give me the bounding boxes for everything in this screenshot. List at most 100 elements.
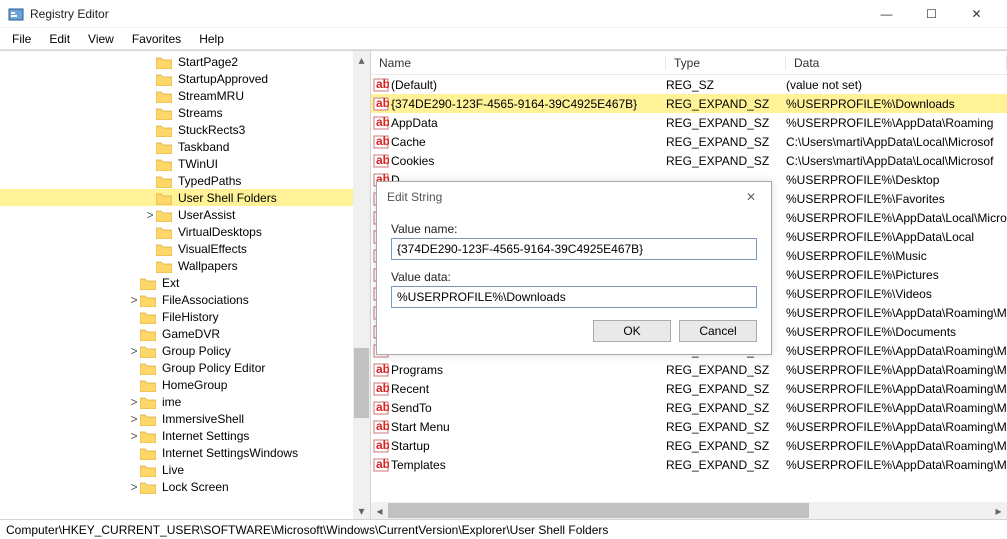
expand-icon[interactable]: > bbox=[144, 209, 156, 221]
tree-item-label: Group Policy bbox=[160, 344, 233, 358]
expand-icon[interactable]: > bbox=[128, 396, 140, 408]
folder-icon bbox=[140, 394, 160, 408]
header-data[interactable]: Data bbox=[786, 56, 1007, 70]
window-title: Registry Editor bbox=[30, 7, 864, 21]
list-hscrollbar[interactable]: ◂ ▸ bbox=[371, 502, 1007, 519]
tree-item[interactable]: > Group Policy bbox=[0, 342, 353, 359]
menu-edit[interactable]: Edit bbox=[41, 30, 78, 48]
folder-icon bbox=[140, 326, 160, 340]
tree-item[interactable]: >FileAssociations bbox=[0, 291, 353, 308]
folder-icon bbox=[156, 173, 176, 187]
svg-text:ab: ab bbox=[376, 153, 389, 167]
menu-file[interactable]: File bbox=[4, 30, 39, 48]
tree-item-label: StreamMRU bbox=[176, 89, 246, 103]
tree-item[interactable]: Live bbox=[0, 461, 353, 478]
string-value-icon: ab bbox=[371, 419, 391, 435]
tree-caret-empty bbox=[144, 226, 156, 238]
table-row[interactable]: abTemplatesREG_EXPAND_SZ%USERPROFILE%\Ap… bbox=[371, 455, 1007, 474]
scroll-thumb[interactable] bbox=[354, 348, 369, 418]
dialog-title-bar[interactable]: Edit String ✕ bbox=[377, 182, 771, 212]
header-type[interactable]: Type bbox=[666, 56, 786, 70]
tree-item-label: ime bbox=[160, 395, 183, 409]
menu-view[interactable]: View bbox=[80, 30, 122, 48]
value-name-input[interactable] bbox=[391, 238, 757, 260]
folder-icon bbox=[140, 411, 160, 425]
close-button[interactable]: ✕ bbox=[954, 0, 999, 28]
tree-item[interactable]: StartPage2 bbox=[0, 53, 353, 70]
tree-item[interactable]: > ime bbox=[0, 393, 353, 410]
minimize-button[interactable]: — bbox=[864, 0, 909, 28]
tree-item[interactable]: Ext bbox=[0, 274, 353, 291]
tree-item[interactable]: GameDVR bbox=[0, 325, 353, 342]
menu-help[interactable]: Help bbox=[191, 30, 232, 48]
window-buttons: — ☐ ✕ bbox=[864, 0, 999, 28]
hscroll-track[interactable] bbox=[388, 502, 990, 519]
table-row[interactable]: abCacheREG_EXPAND_SZC:\Users\marti\AppDa… bbox=[371, 132, 1007, 151]
expand-icon[interactable]: > bbox=[128, 430, 140, 442]
dialog-close-icon[interactable]: ✕ bbox=[741, 190, 761, 204]
tree-item[interactable]: >ImmersiveShell bbox=[0, 410, 353, 427]
tree-item-label: Lock Screen bbox=[160, 480, 231, 494]
string-value-icon: ab bbox=[371, 134, 391, 150]
tree-item[interactable]: Internet SettingsWindows bbox=[0, 444, 353, 461]
tree-item[interactable]: Taskband bbox=[0, 138, 353, 155]
tree-item[interactable]: VirtualDesktops bbox=[0, 223, 353, 240]
cell-data: %USERPROFILE%\Music bbox=[786, 249, 1007, 263]
scroll-left-icon[interactable]: ◂ bbox=[371, 502, 388, 519]
svg-text:ab: ab bbox=[376, 438, 389, 452]
tree-item[interactable]: > Lock Screen bbox=[0, 478, 353, 495]
tree-item-label: StuckRects3 bbox=[176, 123, 247, 137]
expand-icon[interactable]: > bbox=[128, 294, 140, 306]
tree-item[interactable]: StuckRects3 bbox=[0, 121, 353, 138]
maximize-button[interactable]: ☐ bbox=[909, 0, 954, 28]
table-row[interactable]: abProgramsREG_EXPAND_SZ%USERPROFILE%\App… bbox=[371, 360, 1007, 379]
tree-item[interactable]: FileHistory bbox=[0, 308, 353, 325]
header-name[interactable]: Name bbox=[371, 56, 666, 70]
svg-text:ab: ab bbox=[376, 77, 389, 91]
expand-icon[interactable]: > bbox=[128, 481, 140, 493]
folder-icon bbox=[156, 88, 176, 102]
table-row[interactable]: abStartupREG_EXPAND_SZ%USERPROFILE%\AppD… bbox=[371, 436, 1007, 455]
tree-item[interactable]: >Internet Settings bbox=[0, 427, 353, 444]
scroll-down-icon[interactable]: ▾ bbox=[353, 502, 370, 519]
tree-item[interactable]: Streams bbox=[0, 104, 353, 121]
svg-text:ab: ab bbox=[376, 134, 389, 148]
ok-button[interactable]: OK bbox=[593, 320, 671, 342]
tree-item[interactable]: >UserAssist bbox=[0, 206, 353, 223]
list-header: Name Type Data bbox=[371, 51, 1007, 75]
tree-caret-empty bbox=[144, 56, 156, 68]
tree-caret-empty bbox=[144, 107, 156, 119]
cell-name: Cookies bbox=[391, 154, 666, 168]
tree-item-label: TypedPaths bbox=[176, 174, 243, 188]
table-row[interactable]: ab(Default)REG_SZ(value not set) bbox=[371, 75, 1007, 94]
tree-item[interactable]: TWinUI bbox=[0, 155, 353, 172]
table-row[interactable]: abRecentREG_EXPAND_SZ%USERPROFILE%\AppDa… bbox=[371, 379, 1007, 398]
string-value-icon: ab bbox=[371, 153, 391, 169]
table-row[interactable]: ab{374DE290-123F-4565-9164-39C4925E467B}… bbox=[371, 94, 1007, 113]
tree-item[interactable]: TypedPaths bbox=[0, 172, 353, 189]
tree-item[interactable]: Wallpapers bbox=[0, 257, 353, 274]
tree-item[interactable]: Group Policy Editor bbox=[0, 359, 353, 376]
tree-item[interactable]: StartupApproved bbox=[0, 70, 353, 87]
tree-item-label: GameDVR bbox=[160, 327, 222, 341]
scroll-right-icon[interactable]: ▸ bbox=[990, 502, 1007, 519]
tree-item[interactable]: StreamMRU bbox=[0, 87, 353, 104]
cancel-button[interactable]: Cancel bbox=[679, 320, 757, 342]
expand-icon[interactable]: > bbox=[128, 345, 140, 357]
menu-favorites[interactable]: Favorites bbox=[124, 30, 189, 48]
expand-icon[interactable]: > bbox=[128, 413, 140, 425]
table-row[interactable]: abCookiesREG_EXPAND_SZC:\Users\marti\App… bbox=[371, 151, 1007, 170]
tree-scrollbar[interactable]: ▴ ▾ bbox=[353, 51, 370, 519]
tree-item[interactable]: User Shell Folders bbox=[0, 189, 353, 206]
tree[interactable]: StartPage2StartupApproved StreamMRUStream… bbox=[0, 51, 353, 519]
cell-type: REG_SZ bbox=[666, 78, 786, 92]
table-row[interactable]: abSendToREG_EXPAND_SZ%USERPROFILE%\AppDa… bbox=[371, 398, 1007, 417]
value-data-input[interactable] bbox=[391, 286, 757, 308]
table-row[interactable]: abStart MenuREG_EXPAND_SZ%USERPROFILE%\A… bbox=[371, 417, 1007, 436]
tree-item[interactable]: HomeGroup bbox=[0, 376, 353, 393]
scroll-up-icon[interactable]: ▴ bbox=[353, 51, 370, 68]
hscroll-thumb[interactable] bbox=[388, 503, 809, 518]
folder-icon bbox=[140, 479, 160, 493]
tree-item[interactable]: VisualEffects bbox=[0, 240, 353, 257]
table-row[interactable]: abAppDataREG_EXPAND_SZ%USERPROFILE%\AppD… bbox=[371, 113, 1007, 132]
